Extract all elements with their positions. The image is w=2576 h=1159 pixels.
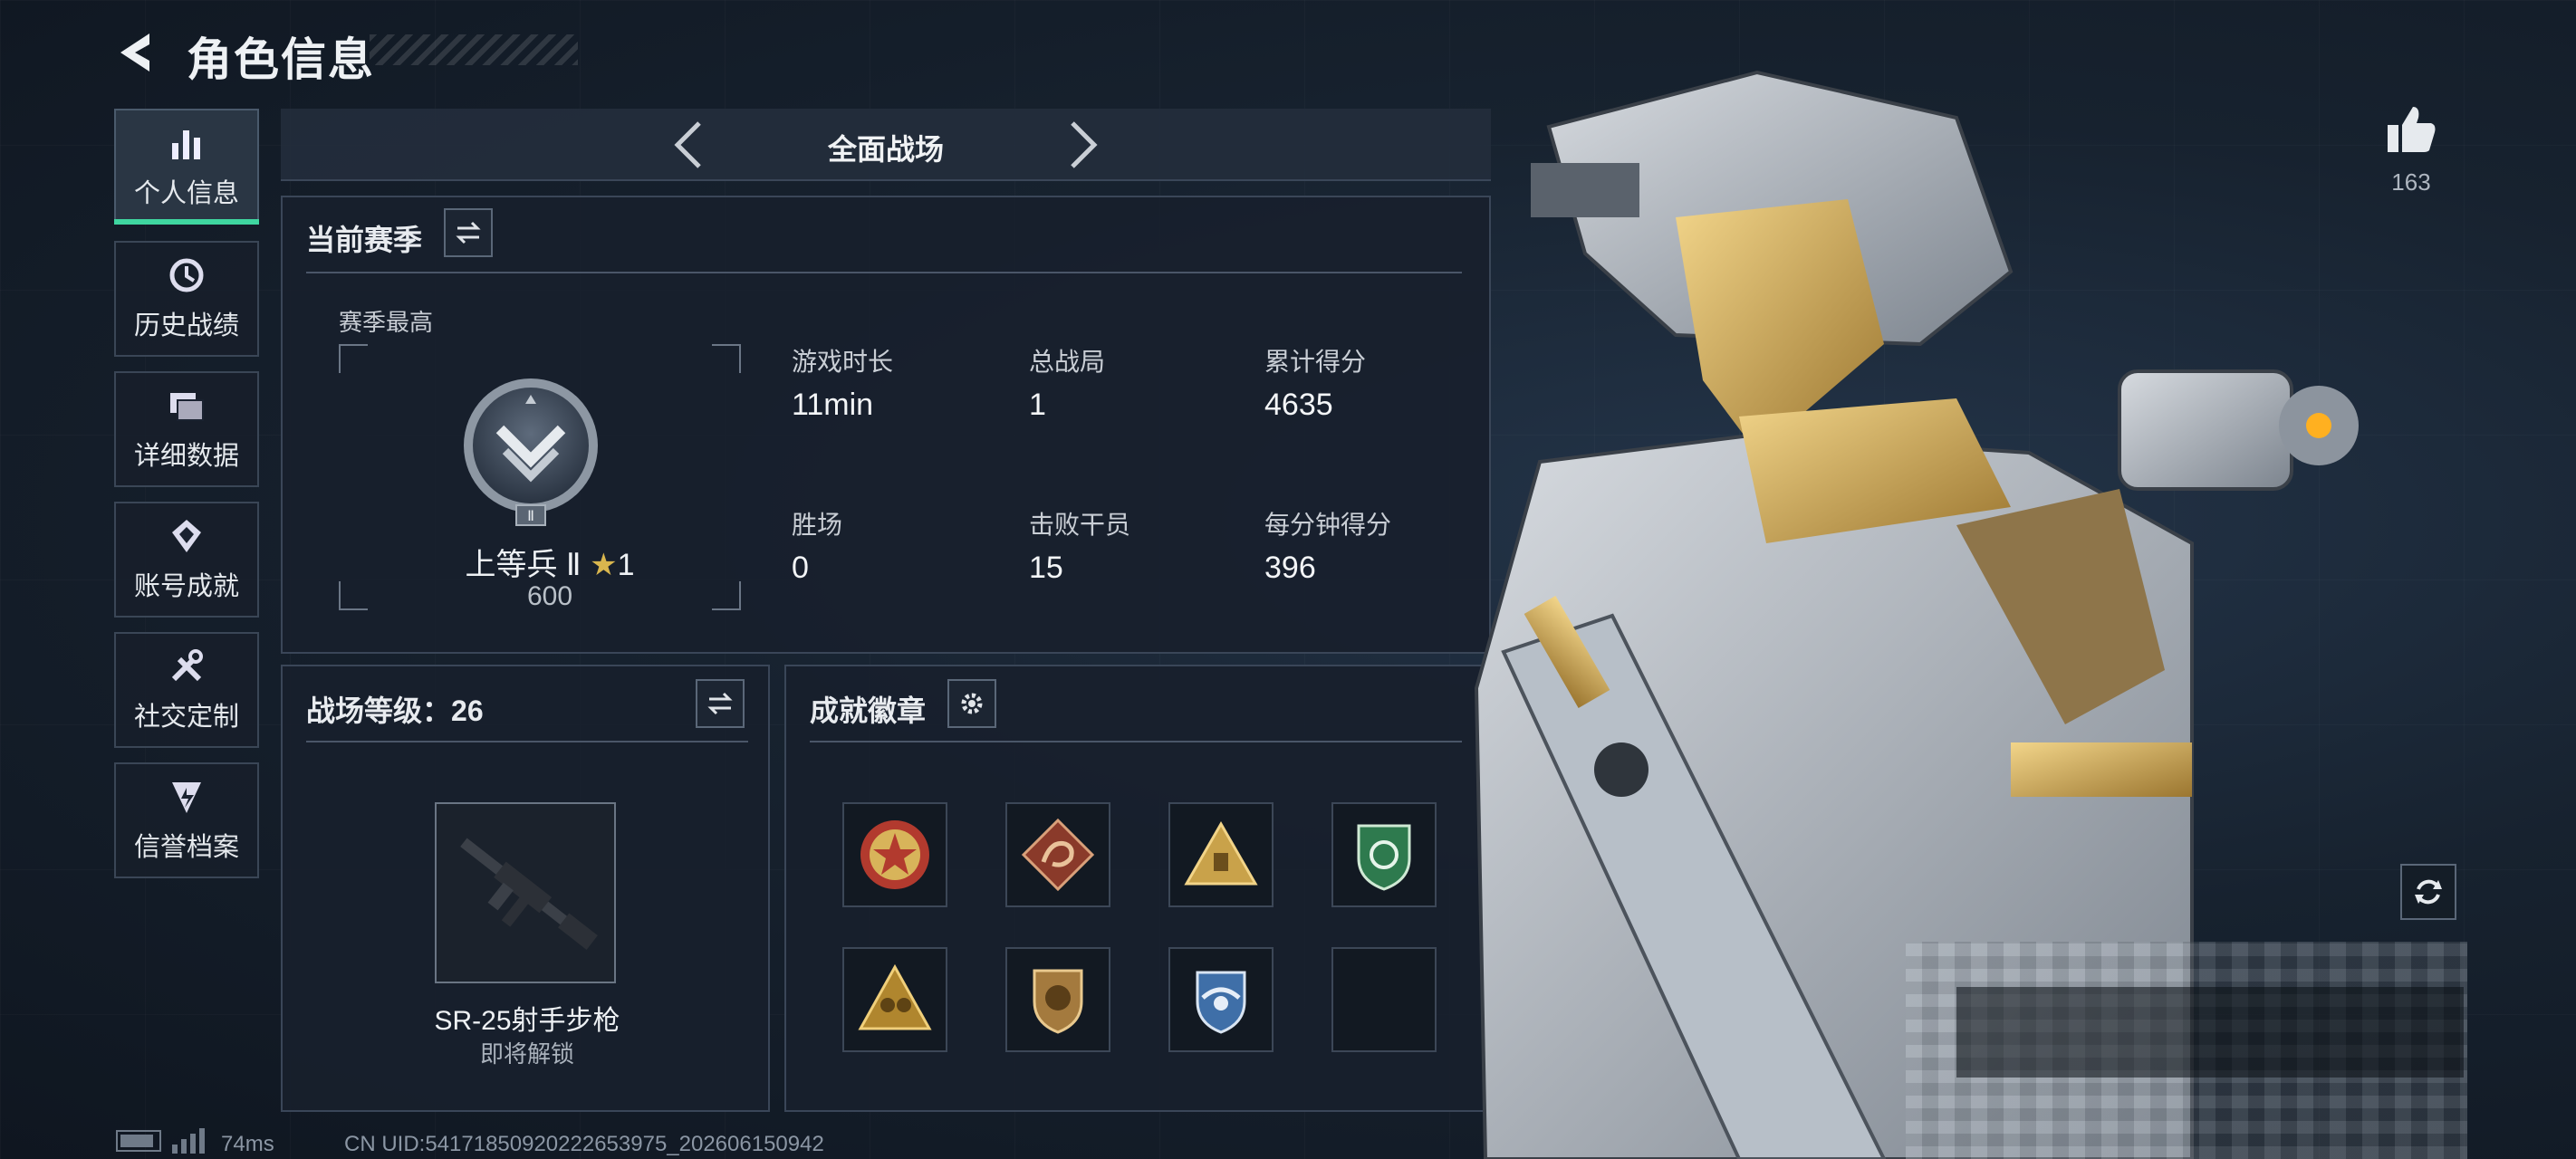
gold-warriors-badge-icon [858, 963, 932, 1030]
frame-corner [712, 344, 741, 373]
frame-corner [339, 581, 368, 610]
sidebar-item-history[interactable]: 历史战绩 [114, 241, 259, 357]
sidebar-item-reputation[interactable]: 信誉档案 [114, 762, 259, 878]
pixelated-overlay-strip [1956, 987, 2464, 1078]
stat-label: 总战局 [1029, 348, 1106, 376]
achievements-title: 成就徽章 [810, 694, 927, 727]
rotate-view-button[interactable] [2400, 864, 2456, 920]
sidebar-item-label: 账号成就 [133, 572, 239, 601]
rank-badge-icon: Ⅱ [464, 378, 598, 526]
back-arrow-icon [120, 34, 149, 72]
season-panel: 当前赛季 赛季最高 Ⅱ 上等兵 Ⅱ ★1 600 游戏时长 11min 总战局 … [281, 196, 1491, 654]
battlefield-level-panel: 战场等级：26 SR-25射手步枪 即将解锁 [281, 665, 770, 1112]
red-dragon-badge-icon [1021, 818, 1095, 892]
weapon-status: 即将解锁 [479, 1040, 574, 1068]
ping-text: 74ms [221, 1132, 274, 1156]
bar-chart-icon [172, 130, 200, 159]
stat-label: 胜场 [792, 511, 843, 539]
rank-stars: 1 [617, 548, 635, 582]
sidebar-item-label: 信誉档案 [133, 833, 239, 862]
stat-label: 每分钟得分 [1264, 511, 1392, 539]
divider [306, 741, 748, 742]
achievement-badge[interactable] [842, 802, 947, 907]
mode-selector: 全面战场 [281, 109, 1491, 181]
achievement-badge[interactable] [842, 947, 947, 1052]
lion-shield-badge-icon [1033, 969, 1083, 1034]
gold-triangle-badge-icon [1184, 820, 1258, 886]
season-best-label: 赛季最高 [339, 309, 434, 336]
rank-badge-numeral: Ⅱ [527, 509, 534, 524]
chevron-right-icon [1071, 121, 1098, 168]
weapon-slot[interactable] [435, 802, 616, 983]
stat-value: 15 [1029, 551, 1063, 585]
back-button[interactable] [109, 25, 163, 80]
swap-arrows-icon [707, 692, 733, 715]
stat-value: 1 [1029, 388, 1046, 422]
stat-label: 游戏时长 [792, 348, 894, 376]
signal-bars-icon [172, 1128, 205, 1154]
season-title: 当前赛季 [306, 224, 423, 256]
blue-winged-shield-icon [1196, 971, 1246, 1034]
weapon-switch-button[interactable] [696, 679, 745, 728]
next-mode-button[interactable] [1056, 118, 1110, 172]
achievement-badge[interactable] [1168, 947, 1274, 1052]
frame-corner [712, 581, 741, 610]
achievement-badge[interactable] [1005, 947, 1110, 1052]
title-decoration [370, 34, 578, 65]
mode-label: 全面战场 [827, 133, 944, 166]
frame-corner [339, 344, 368, 373]
season-switch-button[interactable] [444, 208, 493, 257]
weapon-name: SR-25射手步枪 [434, 1006, 620, 1036]
rifle-icon [460, 838, 598, 950]
rank-points: 600 [526, 581, 573, 611]
sidebar-item-detail-data[interactable]: 详细数据 [114, 371, 259, 487]
gear-icon [961, 693, 983, 714]
history-clock-icon [169, 258, 204, 292]
tools-wrench-icon [171, 649, 203, 682]
stat-value: 396 [1264, 551, 1316, 585]
folder-stack-icon [170, 393, 204, 421]
achievements-settings-button[interactable] [947, 679, 996, 728]
swap-arrows-icon [456, 221, 481, 244]
sidebar-item-social[interactable]: 社交定制 [114, 632, 259, 748]
achievement-badge[interactable] [1005, 802, 1110, 907]
stat-label: 累计得分 [1264, 348, 1367, 376]
stat-value: 0 [792, 551, 809, 585]
battlefield-level-title: 战场等级：26 [306, 694, 484, 727]
like-button[interactable] [2386, 105, 2437, 158]
divider [306, 272, 1462, 273]
stat-value: 4635 [1264, 388, 1333, 422]
sidebar-item-label: 社交定制 [133, 703, 239, 732]
rank-name: 上等兵 Ⅱ [465, 548, 582, 582]
sidebar-item-label: 个人信息 [133, 179, 239, 208]
sidebar-item-personal-info[interactable]: 个人信息 [114, 109, 259, 225]
battery-icon [116, 1130, 161, 1152]
red-star-crest-icon [860, 820, 929, 889]
reputation-shield-icon [172, 782, 201, 813]
refresh-icon [2415, 879, 2442, 905]
stat-value: 11min [792, 388, 874, 422]
rank-name-row: 上等兵 Ⅱ ★1 [428, 540, 672, 584]
star-icon: ★ [590, 548, 618, 582]
stat-label: 击败干员 [1029, 511, 1131, 539]
achievement-medal-icon [172, 520, 201, 552]
achievement-badge[interactable] [1168, 802, 1274, 907]
divider [810, 741, 1462, 742]
battlefield-level-value: 26 [451, 694, 484, 727]
uid-text: CN UID:54171850920222653975_202606150942 [344, 1132, 824, 1156]
page-title: 角色信息 [187, 34, 375, 85]
thumbs-up-icon [2388, 107, 2436, 152]
sidebar-item-achievements[interactable]: 账号成就 [114, 502, 259, 618]
sidebar-item-label: 详细数据 [133, 442, 239, 471]
sidebar-item-label: 历史战绩 [133, 311, 239, 340]
like-count: 163 [2391, 168, 2431, 196]
